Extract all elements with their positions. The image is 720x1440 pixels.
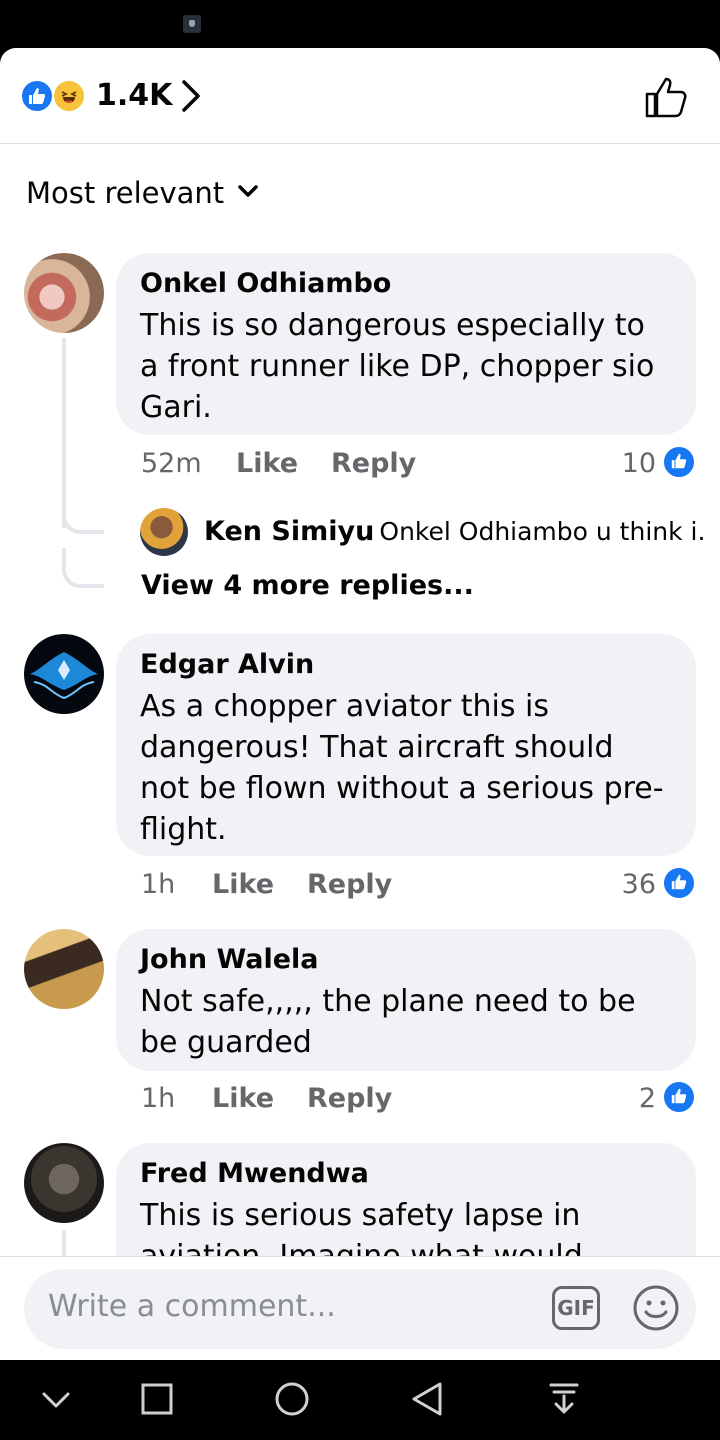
reply-preview[interactable]: Ken Simiyu Onkel Odhiambo u think i... xyxy=(204,516,704,547)
comment-bubble[interactable]: Onkel Odhiambo This is so dangerous espe… xyxy=(116,253,696,435)
thread-connector xyxy=(62,498,104,534)
chevron-down-icon[interactable] xyxy=(40,1388,72,1412)
comment-author[interactable]: Edgar Alvin xyxy=(140,648,672,682)
chevron-down-icon[interactable] xyxy=(237,184,259,198)
view-more-replies-link[interactable]: View 4 more replies... xyxy=(141,570,474,601)
comment-bubble[interactable]: Edgar Alvin As a chopper aviator this is… xyxy=(116,634,696,856)
comment-time: 1h xyxy=(141,869,176,900)
like-button[interactable]: Like xyxy=(212,1083,274,1114)
sort-label: Most relevant xyxy=(26,176,225,210)
reaction-count: 1.4K xyxy=(96,78,173,113)
reactions-bar[interactable]: 1.4K xyxy=(0,48,720,144)
reply-button[interactable]: Reply xyxy=(307,1083,392,1114)
avatar[interactable] xyxy=(140,508,188,556)
sort-dropdown[interactable]: Most relevant xyxy=(26,176,224,210)
like-icon xyxy=(20,79,54,113)
reply-author: Ken Simiyu xyxy=(204,516,375,547)
reply-button[interactable]: Reply xyxy=(307,869,392,900)
download-icon[interactable] xyxy=(548,1382,580,1416)
reply-button[interactable]: Reply xyxy=(331,448,416,479)
composer-area: GIF xyxy=(0,1256,720,1360)
shield-icon xyxy=(183,15,201,33)
like-button[interactable]: Like xyxy=(212,869,274,900)
comment-author[interactable]: John Walela xyxy=(140,943,672,977)
like-count: 2 xyxy=(638,1083,656,1114)
comment-time: 52m xyxy=(141,448,202,479)
comment-text: Not safe,,,,, the plane need to be be gu… xyxy=(140,984,636,1060)
avatar[interactable] xyxy=(24,1143,104,1223)
avatar[interactable] xyxy=(24,253,104,333)
like-count: 10 xyxy=(621,448,656,479)
chevron-right-icon xyxy=(182,80,200,112)
like-count: 36 xyxy=(621,869,656,900)
comment-input[interactable] xyxy=(48,1289,528,1324)
comment-text: This is so dangerous especially to a fro… xyxy=(140,308,655,425)
like-icon xyxy=(662,1080,696,1114)
like-icon xyxy=(662,445,696,479)
gif-button[interactable]: GIF xyxy=(552,1286,600,1330)
thumbs-up-outline-icon[interactable] xyxy=(644,75,690,119)
comment-author[interactable]: Onkel Odhiambo xyxy=(140,267,672,301)
like-icon xyxy=(662,866,696,900)
avatar[interactable] xyxy=(24,634,104,714)
comment-author[interactable]: Fred Mwendwa xyxy=(140,1157,672,1191)
comment-time: 1h xyxy=(141,1083,176,1114)
comment-text: As a chopper aviator this is dangerous! … xyxy=(140,689,664,847)
like-button[interactable]: Like xyxy=(236,448,298,479)
comments-sheet: 1.4K Most relevant Onkel Odhiambo This i… xyxy=(0,48,720,1360)
square-icon[interactable] xyxy=(140,1382,174,1416)
status-bar xyxy=(0,0,720,48)
emoji-icon[interactable] xyxy=(632,1284,680,1332)
haha-icon xyxy=(52,79,86,113)
system-nav-bar xyxy=(0,1360,720,1440)
avatar[interactable] xyxy=(24,929,104,1009)
circle-icon[interactable] xyxy=(274,1381,310,1417)
reply-text: Onkel Odhiambo u think i... xyxy=(379,517,704,546)
comment-composer[interactable]: GIF xyxy=(24,1269,696,1349)
thread-connector xyxy=(62,548,104,588)
triangle-back-icon[interactable] xyxy=(410,1381,444,1417)
comment-bubble[interactable]: John Walela Not safe,,,,, the plane need… xyxy=(116,929,696,1071)
